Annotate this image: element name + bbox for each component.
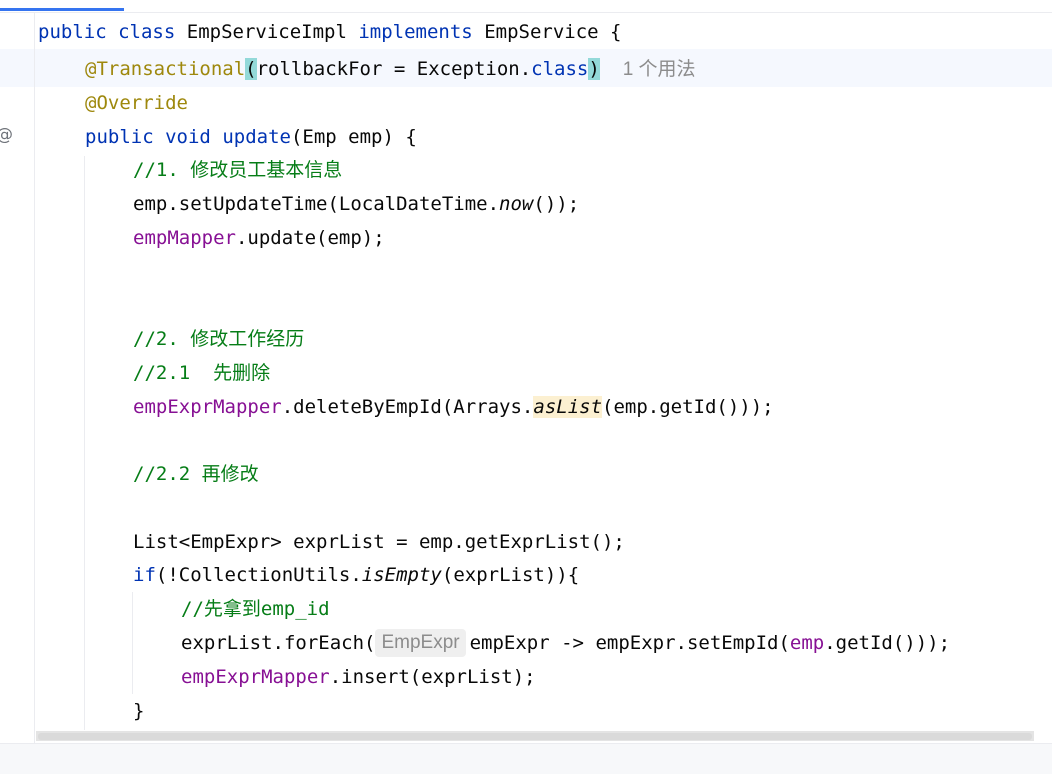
code-text: .update(emp); [235,227,385,249]
annotation: @Transactional [85,58,246,80]
override-marker-icon[interactable]: @ [0,122,13,148]
usages-hint[interactable]: 1 个用法 [623,59,696,80]
annotation: @Override [85,92,188,114]
class-name: EmpServiceImpl [186,21,347,43]
field-ref: empExprMapper [181,666,330,688]
bottom-panel [0,743,1052,774]
code-comment[interactable]: //2.2 再修改 [133,457,259,491]
indent-guide [132,592,133,694]
code-comment[interactable]: //2. 修改工作经历 [133,322,304,356]
code-comment[interactable]: //先拿到emp_id [181,592,330,626]
keyword: class [531,58,589,80]
interface-name: EmpService [484,21,599,43]
static-method: isEmpty [361,564,442,586]
tab-divider [0,12,1052,13]
code-line-override[interactable]: @Override [85,86,188,120]
code-text: (emp.getId())); [602,396,774,418]
code-line-set-update-time[interactable]: emp.setUpdateTime(LocalDateTime.now()); [133,187,579,221]
code-text: emp.setUpdateTime(LocalDateTime. [133,193,500,215]
code-line-mapper-update[interactable]: empMapper.update(emp); [133,221,385,255]
code-text: ()); [533,193,580,215]
annotation-args: rollbackFor = Exception. [256,58,532,80]
method-params: (Emp emp) { [290,126,417,148]
indent-guide [84,156,85,730]
keyword: implements [358,21,473,43]
keyword: public [38,21,107,43]
code-line-close-brace[interactable]: } [133,694,144,728]
code-text: (!CollectionUtils. [155,564,362,586]
keyword: if [133,564,156,586]
code-text: .insert(exprList); [329,666,536,688]
code-line-if[interactable]: if(!CollectionUtils.isEmpty(exprList)){ [133,558,579,592]
matched-paren: ( [245,58,257,80]
gutter-border [34,12,35,743]
brace: { [610,21,622,43]
field-ref: empExprMapper [133,396,282,418]
keyword: void [165,126,211,148]
code-line-class-decl[interactable]: public class EmpServiceImpl implements E… [38,15,622,49]
code-comment[interactable]: //2.1 先删除 [133,356,270,390]
code-line-delete[interactable]: empExprMapper.deleteByEmpId(Arrays.asLis… [133,390,774,424]
code-line-foreach[interactable]: exprList.forEach(EmpExpr empExpr -> empEx… [181,626,950,660]
code-comment[interactable]: //1. 修改员工基本信息 [133,153,342,187]
static-method: now [499,193,534,215]
matched-paren: ) [588,58,600,80]
horizontal-scrollbar-thumb[interactable] [38,733,1032,740]
code-line-list-decl[interactable]: List<EmpExpr> exprList = emp.getExprList… [133,525,625,559]
type-inlay-hint: EmpExpr [375,629,466,657]
code-text: exprList.forEach( [181,632,376,654]
method-name: update [222,126,291,148]
code-line-insert[interactable]: empExprMapper.insert(exprList); [181,660,536,694]
active-tab-indicator [0,8,124,11]
code-text: .deleteByEmpId(Arrays. [281,396,534,418]
code-text: .getId())); [824,632,951,654]
code-line-method-decl[interactable]: public void update(Emp emp) { [85,120,417,154]
field-ref: emp [789,632,825,654]
static-method: asList [533,396,603,418]
keyword: class [118,21,176,43]
keyword: public [85,126,154,148]
code-text: (exprList)){ [441,564,580,586]
field-ref: empMapper [133,227,236,249]
code-text: empExpr -> empExpr.setEmpId( [469,632,790,654]
code-line-transactional[interactable]: @Transactional(rollbackFor = Exception.c… [85,52,696,86]
